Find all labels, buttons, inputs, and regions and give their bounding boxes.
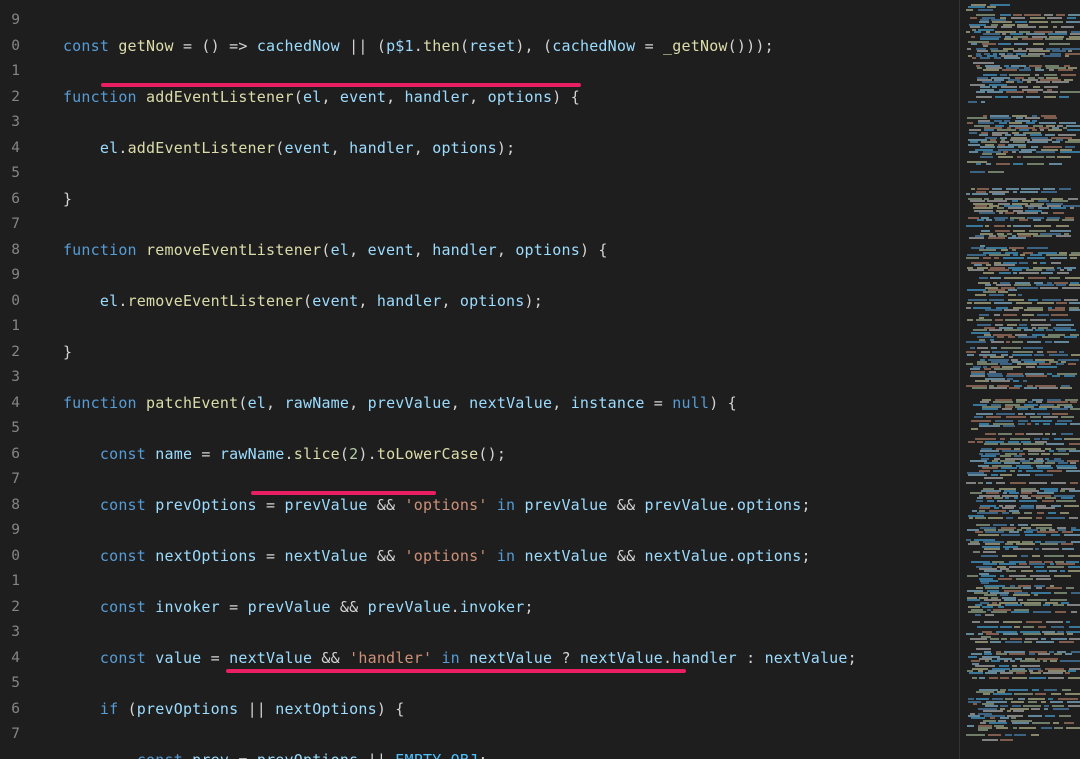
code-line[interactable]: const prev = prevOptions || EMPTY_OBJ; [26, 748, 857, 759]
code-line[interactable]: if (prevOptions || nextOptions) { [26, 697, 857, 723]
line-number: 9 [0, 263, 20, 289]
code-line[interactable]: el.addEventListener(event, handler, opti… [26, 136, 857, 162]
line-number: 5 [0, 416, 20, 442]
line-number: 3 [0, 365, 20, 391]
line-number: 3 [0, 110, 20, 136]
line-number: 8 [0, 493, 20, 519]
line-number: 1 [0, 314, 20, 340]
code-line[interactable]: function patchEvent(el, rawName, prevVal… [26, 391, 857, 417]
line-number: 7 [0, 467, 20, 493]
line-number: 1 [0, 569, 20, 595]
line-number: 1 [0, 59, 20, 85]
code-line[interactable]: function addEventListener(el, event, han… [26, 85, 857, 111]
code-line[interactable]: const nextOptions = nextValue && 'option… [26, 544, 857, 570]
line-number: 6 [0, 442, 20, 468]
code-editor: 9 0 1 2 3 4 5 6 7 8 9 0 1 2 3 4 5 6 7 8 … [0, 0, 1080, 759]
line-number: 9 [0, 8, 20, 34]
line-number: 8 [0, 238, 20, 264]
code-area[interactable]: 9 0 1 2 3 4 5 6 7 8 9 0 1 2 3 4 5 6 7 8 … [0, 0, 959, 759]
code-line[interactable]: const value = nextValue && 'handler' in … [26, 646, 857, 672]
line-number: 2 [0, 595, 20, 621]
line-number: 4 [0, 391, 20, 417]
line-number: 0 [0, 544, 20, 570]
line-number: 5 [0, 161, 20, 187]
code-line[interactable]: const prevOptions = prevValue && 'option… [26, 493, 857, 519]
line-number: 0 [0, 34, 20, 60]
minimap[interactable]: // will be populated below after JSON pa… [959, 0, 1080, 759]
line-number: 9 [0, 518, 20, 544]
code-line[interactable]: const getNow = () => cachedNow || (p$1.t… [26, 34, 857, 60]
code-line[interactable]: } [26, 187, 857, 213]
code-line[interactable]: function removeEventListener(el, event, … [26, 238, 857, 264]
annotation-underline [101, 83, 581, 87]
line-number: 0 [0, 289, 20, 315]
annotation-underline [251, 491, 436, 495]
code-line[interactable]: const invoker = prevValue && prevValue.i… [26, 595, 857, 621]
code-lines[interactable]: const getNow = () => cachedNow || (p$1.t… [26, 0, 857, 759]
line-number: 7 [0, 212, 20, 238]
line-number: 6 [0, 697, 20, 723]
annotation-underline [226, 669, 686, 673]
code-line[interactable]: el.removeEventListener(event, handler, o… [26, 289, 857, 315]
line-number: 3 [0, 620, 20, 646]
line-number: 5 [0, 671, 20, 697]
line-number: 7 [0, 722, 20, 748]
line-number: 6 [0, 187, 20, 213]
line-number: 2 [0, 85, 20, 111]
line-number: 4 [0, 646, 20, 672]
line-number: 2 [0, 340, 20, 366]
line-gutter: 9 0 1 2 3 4 5 6 7 8 9 0 1 2 3 4 5 6 7 8 … [0, 0, 20, 748]
line-number: 4 [0, 136, 20, 162]
code-line[interactable]: const name = rawName.slice(2).toLowerCas… [26, 442, 857, 468]
code-line[interactable]: } [26, 340, 857, 366]
